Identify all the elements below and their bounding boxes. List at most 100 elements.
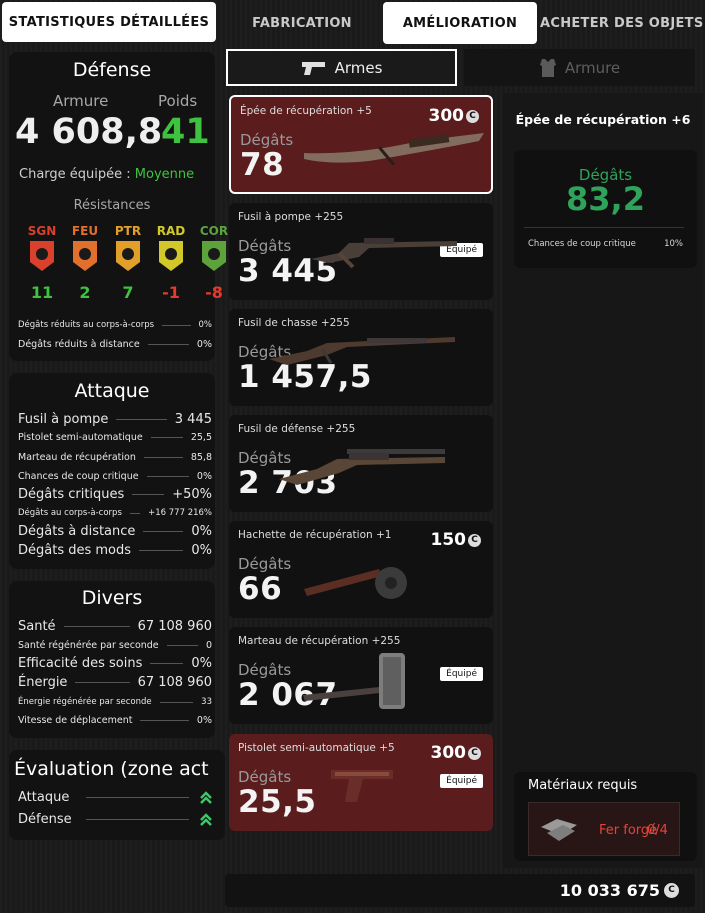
stat-label: Fusil à pompe [18,412,109,427]
weight-label: Poids [158,92,198,110]
defense-title: Défense [72,59,152,81]
weapon-price-value: 300 [430,743,467,763]
pistol-icon [331,770,393,802]
coin-icon: C [466,109,479,123]
weapon-price-value: 150 [430,530,467,550]
stat-row: Marteau de récupération 85,8 [18,452,212,463]
stat-value: 25,5 [190,432,212,443]
stat-label: Dégâts au corps-à-corps [18,508,122,518]
currency-amount: 10 033 675 [559,881,660,900]
weapon-card[interactable]: Pistolet semi-automatique +5 300 C Dégâts… [229,734,493,831]
stat-row: Dégâts critiques +50% [18,487,212,502]
stat-value: +50% [172,487,212,502]
machete-icon [304,133,484,165]
detail-damage-value: 83,2 [566,180,645,218]
subtab-armor-label: Armure [564,58,621,77]
coin-icon: C [664,883,679,898]
resistance-cor: COR -8 [197,224,231,302]
stat-row: Santé régénérée par seconde 0 [18,640,212,651]
stat-row: Efficacité des soins 0% [18,656,212,671]
evaluation-row: Attaque [18,790,213,805]
detail-weapon-title: Épée de récupération +6 [515,112,691,127]
stat-label: Énergie [18,675,68,690]
equipped-load-value: Moyenne [134,167,195,182]
equipped-badge: Équipé [440,667,483,681]
misc-panel: Divers Santé 67 108 960 Santé régénérée p… [9,581,215,738]
stat-label: Dégâts des mods [18,543,132,558]
armor-vest-icon [539,58,556,77]
stat-value: 85,8 [190,452,212,463]
stat-row: Santé 67 108 960 [18,619,212,634]
stat-label: Énergie régénérée par seconde [18,697,152,707]
material-slot[interactable]: Fer forgé 0/4 [528,802,680,856]
double-chevron-up-icon [200,812,212,826]
stat-value: 3 445 [174,412,212,427]
stat-label: Dégâts à distance [18,524,136,539]
stat-value: 0% [198,320,213,330]
resistance-badge-icon [116,241,140,271]
misc-title: Divers [81,587,143,609]
detail-panel: Épée de récupération +6 Dégâts 83,2 Chan… [503,93,703,868]
attack-title: Attaque [74,380,150,402]
armor-value: 4 608,8 [15,112,163,152]
resistance-value: 2 [79,283,91,302]
weapon-card[interactable]: Fusil de défense +255 Dégâts 2 703 [229,415,493,512]
detail-crit-label: Chances de coup critique [528,239,636,249]
armor-label: Armure [53,92,109,110]
stat-row: Vitesse de déplacement 0% [18,715,212,726]
stat-value: +16 777 216% [148,508,212,518]
materials-box: Matériaux requis Fer forgé 0/4 [514,772,697,861]
resistance-code: SGN [27,224,57,238]
hammer-icon [303,653,405,709]
tab-amelioration[interactable]: AMÉLIORATION [383,2,537,44]
stat-label: Chances de coup critique [18,471,139,482]
stat-label: Santé régénérée par seconde [18,640,159,651]
resistance-value: -1 [162,283,180,302]
weapon-card[interactable]: Marteau de récupération +255 Dégâts 2 06… [229,627,493,724]
stat-value: 33 [201,697,212,707]
weapon-price: 150 C [430,530,481,550]
resistance-code: COR [199,224,229,238]
stat-label: Pistolet semi-automatique [18,432,143,443]
stat-row: Énergie 67 108 960 [18,675,212,690]
pistol-icon [301,61,325,75]
weapon-price: 300 C [430,743,481,763]
weapon-name: Fusil à pompe +255 [238,211,344,223]
subtab-weapons[interactable]: Armes [226,49,457,86]
subtab-armor[interactable]: Armure [464,49,695,86]
tab-buy-items[interactable]: ACHETER DES OBJETS [538,2,705,44]
resistances-row: SGN 11 FEU 2 PTR 7 RAD -1 COR -8 [25,224,228,304]
weapon-name: Pistolet semi-automatique +5 [238,742,395,754]
weapon-card[interactable]: Épée de récupération +5 300 C Dégâts 78 [229,95,493,194]
weapon-card[interactable]: Hachette de récupération +1 150 C Dégâts … [229,521,493,618]
evaluation-title: Évaluation (zone act [14,758,209,780]
weapon-card[interactable]: Fusil de chasse +255 Dégâts 1 457,5 [229,309,493,406]
hatchet-icon [304,567,407,599]
defense-panel: Défense Armure Poids 4 608,8 41 Charge é… [9,52,228,361]
weapon-name: Marteau de récupération +255 [238,635,401,647]
stat-value: 67 108 960 [137,675,212,690]
damage-value: 25,5 [238,784,317,820]
stat-value: 0 [205,640,212,651]
stat-row: Dégâts réduits au corps-à-corps 0% [18,320,212,330]
weapon-card[interactable]: Fusil à pompe +255 Dégâts 3 445 Équipé [229,203,493,300]
wrought-iron-icon [541,819,577,841]
stat-row: Chances de coup critique 0% [18,471,212,482]
tab-detailed-stats[interactable]: STATISTIQUES DÉTAILLÉES [2,2,216,42]
stat-row: Fusil à pompe 3 445 [18,412,212,427]
evaluation-label: Attaque [18,790,70,805]
defense-rifle-icon [279,449,445,485]
stat-label: Dégâts réduits au corps-à-corps [18,320,155,330]
stat-value: 67 108 960 [137,619,212,634]
stat-row: Dégâts à distance 0% [18,524,212,539]
stat-label: Dégâts critiques [18,487,125,502]
stat-value: 0% [196,471,212,482]
equipped-load: Charge équipée : Moyenne [19,167,194,182]
stat-value: 0% [191,543,212,558]
weapon-name: Fusil de défense +255 [238,423,356,435]
tab-fabrication[interactable]: FABRICATION [228,2,376,44]
stat-row: Dégâts réduits à distance 0% [18,339,212,350]
evaluation-panel: Évaluation (zone act Attaque Défense [9,750,225,840]
weight-value: 41 [161,112,210,152]
stat-value: 0% [196,715,212,726]
